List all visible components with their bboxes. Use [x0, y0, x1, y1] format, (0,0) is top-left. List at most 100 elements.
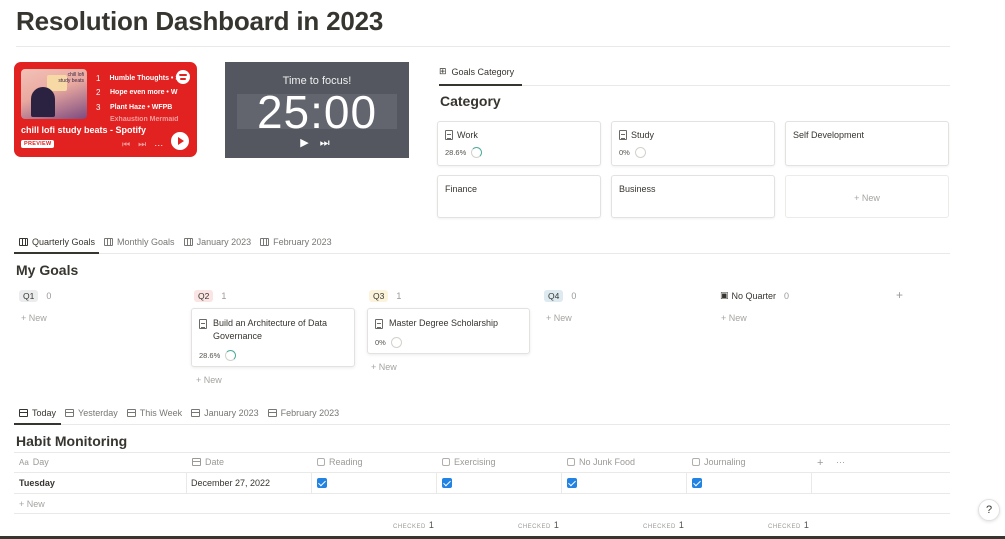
category-card-study[interactable]: Study 0%	[611, 121, 775, 166]
cell-date[interactable]: December 27, 2022	[191, 478, 270, 488]
tab-yesterday[interactable]: Yesterday	[65, 408, 118, 418]
exercising-checkbox[interactable]	[442, 478, 452, 488]
column-header-day[interactable]: Aa Day	[19, 457, 49, 467]
text-property-icon: Aa	[19, 457, 29, 467]
gallery-icon: ⊞	[439, 66, 447, 76]
page-title: Resolution Dashboard in 2023	[16, 6, 384, 36]
tab-february-2023[interactable]: February 2023	[260, 237, 332, 247]
active-tab-underline	[439, 84, 522, 86]
new-card-button[interactable]: + New	[21, 313, 47, 323]
board-icon	[104, 238, 114, 246]
habit-monitoring-heading: Habit Monitoring	[16, 433, 128, 449]
new-row-button[interactable]: + New	[19, 499, 45, 509]
header-row-border	[14, 472, 950, 473]
group-pill: Q4	[544, 290, 564, 302]
column-q1[interactable]: Q1 0	[19, 290, 51, 302]
column-header-no-junk-food[interactable]: No Junk Food	[567, 457, 635, 467]
column-header-exercising[interactable]: Exercising	[442, 457, 496, 467]
player-controls: ⏮ ⏭ ···	[122, 139, 163, 150]
progress-ring-icon	[390, 337, 402, 348]
board-icon	[183, 238, 193, 246]
album-art: chill lofi study beats	[21, 69, 87, 119]
track-item[interactable]: 1 Humble Thoughts • S	[96, 71, 180, 86]
active-tab-underline	[14, 423, 61, 425]
goal-view-tabs: Quarterly Goals Monthly Goals January 20…	[19, 237, 341, 247]
category-card-self-development[interactable]: Self Development	[785, 121, 949, 166]
track-item[interactable]: 2 Hope even more • W	[96, 86, 180, 101]
tab-today[interactable]: Today	[19, 408, 56, 418]
cell-day[interactable]: Tuesday	[19, 478, 55, 488]
progress-ring-icon	[471, 147, 483, 158]
cell-divider	[311, 473, 312, 493]
new-card-button[interactable]: + New	[196, 375, 222, 385]
document-icon	[375, 319, 383, 329]
calendar-icon	[191, 409, 201, 417]
progress-ring-icon	[225, 350, 237, 361]
add-group-button[interactable]: +	[896, 288, 903, 302]
cell-divider	[561, 473, 562, 493]
column-header-reading[interactable]: Reading	[317, 457, 363, 467]
playlist-name[interactable]: chill lofi study beats - Spotify	[21, 125, 146, 135]
new-card-button[interactable]: + New	[546, 313, 572, 323]
checkbox-property-icon	[567, 458, 575, 466]
progress-ring-icon	[634, 147, 646, 158]
group-pill: Q3	[369, 290, 389, 302]
document-icon	[619, 130, 627, 140]
calendar-icon	[192, 458, 201, 466]
column-no-quarter[interactable]: ▣ No Quarter 0	[720, 290, 789, 301]
column-header-date[interactable]: Date	[192, 457, 224, 467]
document-icon	[445, 130, 453, 140]
tabs-divider	[14, 424, 950, 425]
calculation-journaling[interactable]: CHECKED 1	[768, 520, 809, 530]
progress-text: 28.6%	[445, 148, 467, 157]
checkbox-property-icon	[317, 458, 325, 466]
track-item[interactable]: 3 Plant Haze • WFPB	[96, 100, 180, 115]
new-category-button[interactable]: + New	[785, 175, 949, 218]
tab-february-2023[interactable]: February 2023	[267, 408, 339, 418]
calendar-icon	[19, 409, 28, 417]
progress-text: 0%	[375, 338, 386, 347]
play-button[interactable]	[171, 132, 189, 150]
new-card-button[interactable]: + New	[721, 313, 747, 323]
cell-divider	[186, 473, 187, 493]
goal-card[interactable]: Master Degree Scholarship 0%	[367, 308, 530, 354]
column-header-journaling[interactable]: Journaling	[692, 457, 746, 467]
journaling-checkbox[interactable]	[692, 478, 702, 488]
tab-monthly-goals[interactable]: Monthly Goals	[104, 237, 175, 247]
new-card-button[interactable]: + New	[371, 362, 397, 372]
calculation-no-junk-food[interactable]: CHECKED 1	[643, 520, 684, 530]
more-options-icon[interactable]: ···	[836, 457, 845, 467]
tab-january-2023[interactable]: January 2023	[191, 408, 259, 418]
category-card-finance[interactable]: Finance	[437, 175, 601, 218]
tab-quarterly-goals[interactable]: Quarterly Goals	[19, 237, 95, 247]
timer-controls[interactable]: ▶ ⏭	[225, 136, 409, 150]
tab-goals-category[interactable]: ⊞ Goals Category	[439, 66, 514, 77]
previous-icon[interactable]: ⏮	[122, 139, 130, 150]
more-icon[interactable]: ···	[154, 140, 163, 150]
document-icon	[199, 319, 207, 329]
no-junk-food-checkbox[interactable]	[567, 478, 577, 488]
calculation-reading[interactable]: CHECKED 1	[393, 520, 434, 530]
calculation-exercising[interactable]: CHECKED 1	[518, 520, 559, 530]
next-icon[interactable]: ⏭	[138, 139, 146, 150]
category-card-work[interactable]: Work 28.6%	[437, 121, 601, 166]
album-art-text: chill lofi study beats	[58, 72, 84, 84]
track-item[interactable]: Exhaustion Mermaid	[96, 115, 180, 124]
my-goals-heading: My Goals	[16, 262, 79, 278]
add-column-button[interactable]: +	[817, 457, 823, 469]
footer-border	[14, 513, 950, 514]
column-q3[interactable]: Q3 1	[369, 290, 401, 302]
tab-january-2023[interactable]: January 2023	[183, 237, 251, 247]
category-card-business[interactable]: Business	[611, 175, 775, 218]
reading-checkbox[interactable]	[317, 478, 327, 488]
table-top-border	[14, 452, 950, 453]
focus-timer: Time to focus! 25:00 ▶ ⏭	[225, 62, 409, 158]
tab-this-week[interactable]: This Week	[126, 408, 182, 418]
goal-card[interactable]: Build an Architecture of Data Governance…	[191, 308, 355, 367]
row-border	[14, 493, 950, 494]
help-button[interactable]: ?	[978, 499, 1000, 521]
spotify-embed[interactable]: chill lofi study beats 1 Humble Thoughts …	[14, 62, 197, 157]
category-heading: Category	[440, 93, 501, 109]
column-q4[interactable]: Q4 0	[544, 290, 576, 302]
column-q2[interactable]: Q2 1	[194, 290, 226, 302]
